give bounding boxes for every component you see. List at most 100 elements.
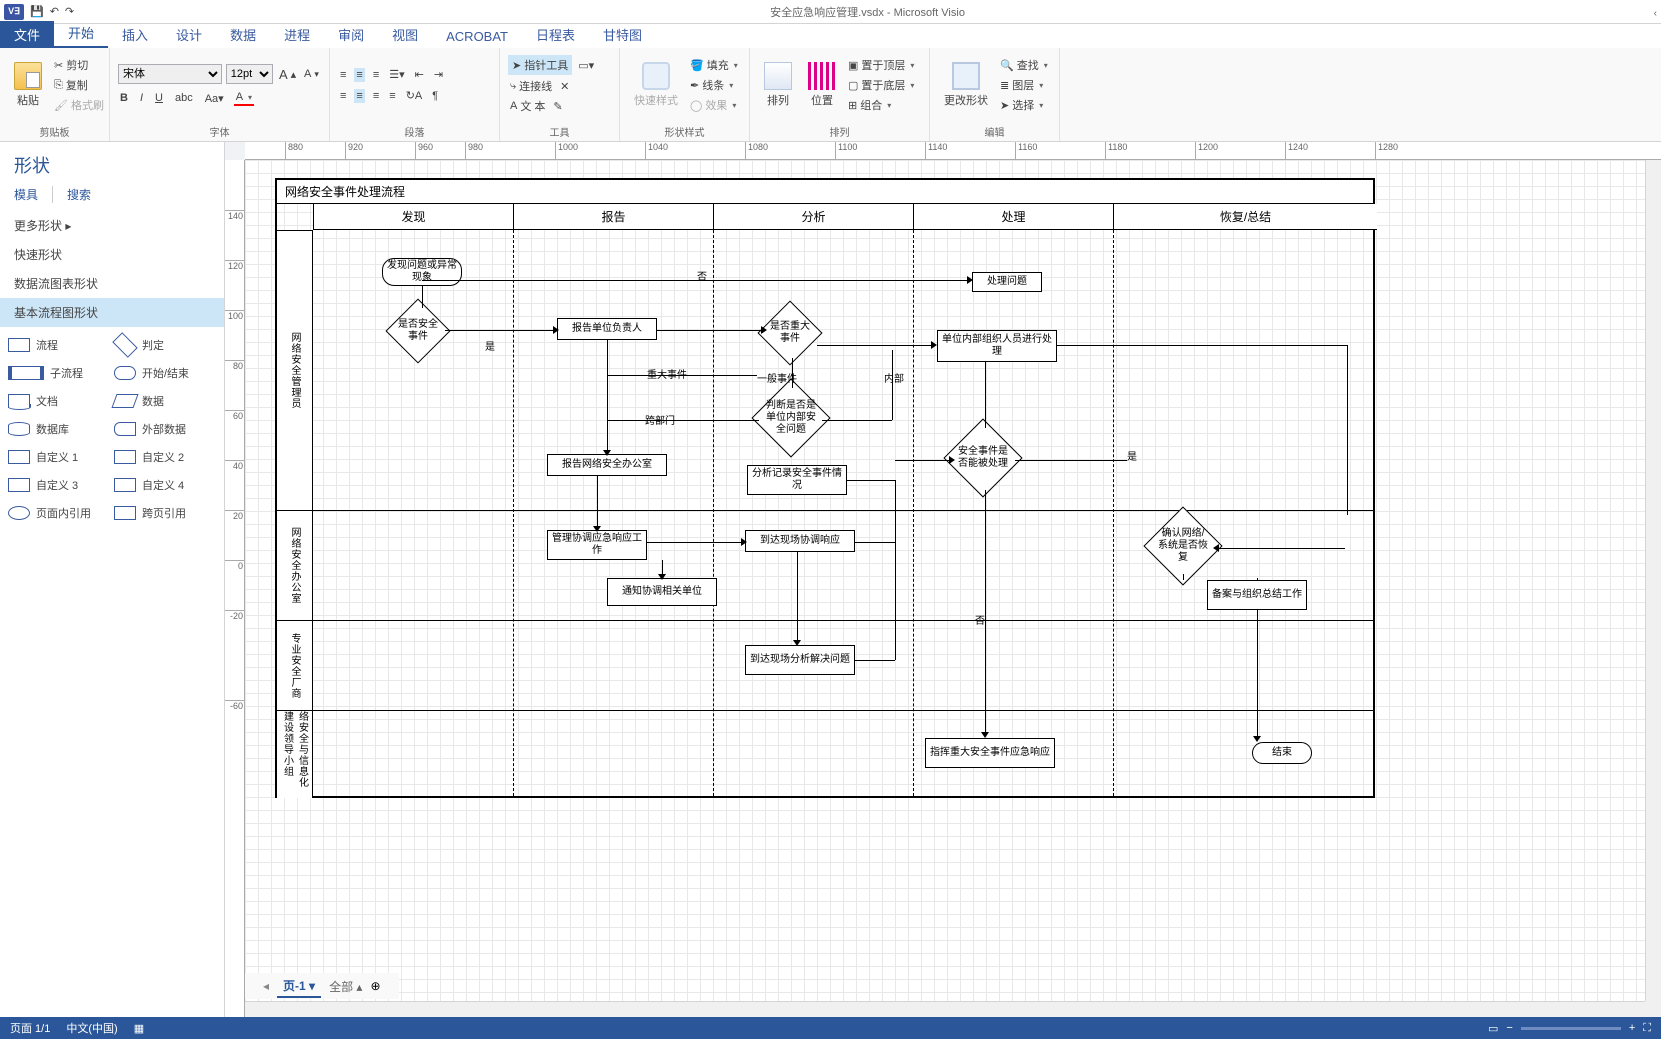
redo-icon[interactable]: ↷	[65, 5, 74, 18]
stencils-tab[interactable]: 模具	[14, 186, 38, 203]
case-button[interactable]: Aa▾	[203, 91, 226, 106]
phase-handle[interactable]: 处理	[913, 204, 1113, 230]
shape-custom1[interactable]: 自定义 1	[8, 449, 110, 465]
copy-button[interactable]: ⎘复制	[52, 76, 106, 94]
present-icon[interactable]: ▭	[1488, 1022, 1498, 1035]
zoom-in-button[interactable]: +	[1629, 1022, 1635, 1034]
tab-gantt[interactable]: 甘特图	[589, 21, 656, 48]
quick-styles-button[interactable]: 快速样式	[628, 60, 684, 110]
rotate-text-button[interactable]: ↻A	[404, 88, 425, 103]
justify-button[interactable]: ≡	[387, 89, 397, 103]
all-pages-button[interactable]: 全部 ▴	[329, 978, 362, 995]
text-tool-button[interactable]: A 文 本	[508, 97, 547, 115]
add-page-button[interactable]: ⊕	[370, 979, 380, 993]
line-button[interactable]: ✒线条	[688, 76, 740, 94]
strike-button[interactable]: abc	[173, 91, 195, 105]
lane-admin[interactable]: 网络安全管理员	[277, 230, 313, 510]
shape-process[interactable]: 流程	[8, 337, 110, 353]
phase-discover[interactable]: 发现	[313, 204, 513, 230]
grow-font-button[interactable]: A▴	[277, 66, 298, 83]
font-size-select[interactable]: 12pt	[226, 64, 273, 84]
node-handle-issue[interactable]: 处理问题	[972, 272, 1042, 292]
group-button[interactable]: ⊞组合	[846, 96, 916, 114]
undo-icon[interactable]: ↶	[50, 5, 59, 18]
swimlane-diagram[interactable]: 网络安全事件处理流程 发现 报告 分析 处理 恢复/总结 网络安全管理员 网络安…	[275, 178, 1375, 798]
shape-data[interactable]: 数据	[114, 393, 216, 409]
node-analyze-log[interactable]: 分析记录安全事件情况	[747, 465, 847, 495]
vertical-scrollbar[interactable]	[1645, 160, 1661, 1001]
dec-indent-button[interactable]: ⇤	[413, 67, 426, 82]
arrange-button[interactable]: 排列	[758, 60, 798, 110]
prev-page-button[interactable]: ◂	[263, 979, 269, 993]
send-back-button[interactable]: ▢置于底层	[846, 76, 916, 94]
shape-external-data[interactable]: 外部数据	[114, 421, 216, 437]
tab-home[interactable]: 开始	[54, 19, 108, 48]
shape-custom2[interactable]: 自定义 2	[114, 449, 216, 465]
tab-acrobat[interactable]: ACROBAT	[432, 25, 522, 48]
tab-schedule[interactable]: 日程表	[522, 21, 589, 48]
italic-button[interactable]: I	[138, 91, 145, 105]
horizontal-scrollbar[interactable]	[245, 1001, 1645, 1017]
page-tab-1[interactable]: 页-1 ▾	[277, 975, 321, 998]
align-right-button[interactable]: ≡	[371, 89, 381, 103]
effects-button[interactable]: ◯效果	[688, 96, 740, 114]
shape-document[interactable]: 文档	[8, 393, 110, 409]
rect-tool-button[interactable]: ▭▾	[576, 58, 596, 73]
dfd-shapes-category[interactable]: 数据流图表形状	[0, 269, 224, 298]
tab-file[interactable]: 文件	[0, 21, 54, 48]
zoom-slider[interactable]	[1521, 1027, 1621, 1030]
change-shape-button[interactable]: 更改形状	[938, 60, 994, 110]
node-is-security[interactable]: 是否安全事件	[385, 298, 450, 363]
quick-shapes-category[interactable]: 快速形状	[0, 240, 224, 269]
align-left-button[interactable]: ≡	[338, 89, 348, 103]
shrink-font-button[interactable]: A▾	[302, 67, 321, 81]
shape-subprocess[interactable]: 子流程	[8, 365, 110, 381]
phase-recover[interactable]: 恢复/总结	[1113, 204, 1377, 230]
shape-custom4[interactable]: 自定义 4	[114, 477, 216, 493]
shape-offpage-ref[interactable]: 跨页引用	[114, 505, 216, 521]
zoom-out-button[interactable]: −	[1506, 1022, 1512, 1034]
tab-data[interactable]: 数据	[216, 21, 270, 48]
tab-insert[interactable]: 插入	[108, 21, 162, 48]
shape-onpage-ref[interactable]: 页面内引用	[8, 505, 110, 521]
macro-icon[interactable]: ▦	[134, 1022, 144, 1035]
paste-button[interactable]: 粘贴	[8, 60, 48, 110]
diagram-title[interactable]: 网络安全事件处理流程	[277, 180, 1373, 204]
font-color-button[interactable]: A	[234, 90, 254, 106]
node-internal-team[interactable]: 单位内部组织人员进行处理	[937, 330, 1057, 362]
bullets-button[interactable]: ☰▾	[387, 67, 406, 82]
node-command[interactable]: 指挥重大安全事件应急响应	[925, 738, 1055, 768]
select-button[interactable]: ➤选择	[998, 96, 1050, 114]
inc-indent-button[interactable]: ⇥	[432, 67, 445, 82]
layers-button[interactable]: ≣图层	[998, 76, 1050, 94]
tab-design[interactable]: 设计	[162, 21, 216, 48]
align-middle-button[interactable]: ≡	[354, 68, 364, 82]
align-top-button[interactable]: ≡	[338, 68, 348, 82]
drawing-canvas[interactable]: 网络安全事件处理流程 发现 报告 分析 处理 恢复/总结 网络安全管理员 网络安…	[245, 160, 1645, 1001]
cut-button[interactable]: ✂剪切	[52, 56, 106, 74]
status-language[interactable]: 中文(中国)	[66, 1020, 117, 1036]
fit-page-button[interactable]: ⛶	[1643, 1022, 1651, 1035]
fill-button[interactable]: 🪣填充	[688, 56, 740, 74]
lane-office[interactable]: 网络安全办公室	[277, 510, 313, 620]
collapse-panel-button[interactable]: ‹	[1650, 6, 1661, 21]
node-is-internal[interactable]: 判断是否是单位内部安全问题	[751, 378, 830, 457]
phase-report[interactable]: 报告	[513, 204, 713, 230]
phase-analyze[interactable]: 分析	[713, 204, 913, 230]
ink-tool-button[interactable]: ✎	[551, 99, 564, 114]
position-button[interactable]: 位置	[802, 60, 842, 110]
tab-process[interactable]: 进程	[270, 21, 324, 48]
format-painter-button[interactable]: 🖌格式刷	[52, 96, 106, 114]
find-button[interactable]: 🔍查找	[998, 56, 1050, 74]
x-tool-button[interactable]: ✕	[558, 79, 571, 94]
shape-database[interactable]: 数据库	[8, 421, 110, 437]
basic-flowchart-category[interactable]: 基本流程图形状	[0, 298, 224, 327]
align-center-button[interactable]: ≡	[354, 89, 364, 103]
shape-custom3[interactable]: 自定义 3	[8, 477, 110, 493]
bring-front-button[interactable]: ▣置于顶层	[846, 56, 916, 74]
line-spacing-button[interactable]: ¶	[430, 89, 440, 103]
tab-review[interactable]: 审阅	[324, 21, 378, 48]
node-end[interactable]: 结束	[1252, 742, 1312, 764]
shape-decision[interactable]: 判定	[114, 337, 216, 353]
node-report-leader[interactable]: 报告单位负责人	[557, 318, 657, 340]
